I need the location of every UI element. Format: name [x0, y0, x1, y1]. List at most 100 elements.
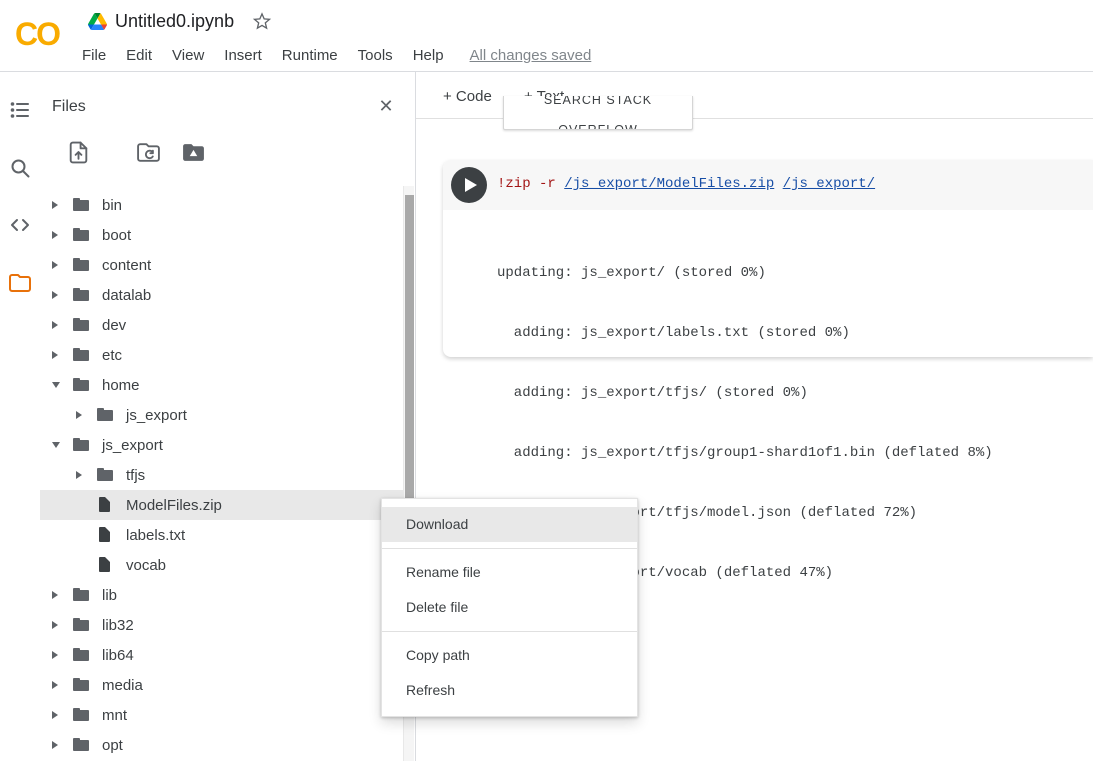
tree-item-folder[interactable]: etc	[40, 340, 403, 370]
folder-icon	[72, 586, 90, 604]
chevron-right-icon[interactable]	[52, 227, 72, 243]
folder-icon	[72, 436, 90, 454]
context-menu-download[interactable]: Download	[382, 507, 637, 542]
menu-edit[interactable]: Edit	[116, 47, 162, 64]
code-cell: !zip -r /js_export/ModelFiles.zip /js_ex…	[443, 160, 1093, 357]
search-icon[interactable]	[8, 156, 32, 180]
folder-icon	[72, 616, 90, 634]
code-editor[interactable]: !zip -r /js_export/ModelFiles.zip /js_ex…	[443, 160, 1093, 210]
folder-icon	[72, 376, 90, 394]
context-menu-refresh[interactable]: Refresh	[382, 673, 637, 708]
output-line: adding: js_export/tfjs/ (stored 0%)	[497, 383, 1093, 403]
tree-item-file-selected[interactable]: ModelFiles.zip	[40, 490, 403, 520]
upload-file-icon[interactable]	[66, 140, 94, 168]
chevron-right-icon[interactable]	[76, 467, 96, 483]
chevron-right-icon[interactable]	[52, 257, 72, 273]
tree-item-folder[interactable]: content	[40, 250, 403, 280]
menu-file[interactable]: File	[72, 47, 116, 64]
folder-icon	[96, 466, 114, 484]
folder-icon	[72, 226, 90, 244]
tree-item-folder[interactable]: js_export	[40, 400, 403, 430]
mount-drive-icon[interactable]	[181, 140, 209, 168]
add-code-button[interactable]: + Code	[443, 84, 492, 108]
chevron-right-icon[interactable]	[52, 737, 72, 753]
tree-item-folder[interactable]: datalab	[40, 280, 403, 310]
folder-icon	[72, 316, 90, 334]
search-stack-overflow-button[interactable]: SEARCH STACK OVERFLOW	[503, 96, 693, 130]
file-icon	[96, 496, 114, 514]
tree-item-folder[interactable]: home	[40, 370, 403, 400]
run-cell-button[interactable]	[451, 167, 487, 203]
chevron-right-icon[interactable]	[52, 677, 72, 693]
chevron-right-icon[interactable]	[52, 317, 72, 333]
menu-divider	[382, 631, 637, 632]
tree-item-folder[interactable]: bin	[40, 190, 403, 220]
tree-item-file[interactable]: vocab	[40, 550, 403, 580]
menu-view[interactable]: View	[162, 47, 214, 64]
folder-icon	[72, 706, 90, 724]
star-icon[interactable]	[252, 11, 272, 31]
output-line: updating: js_export/ (stored 0%)	[497, 263, 1093, 283]
files-icon[interactable]	[8, 271, 32, 295]
folder-icon	[72, 676, 90, 694]
menu-tools[interactable]: Tools	[348, 47, 403, 64]
menu-bar: File Edit View Insert Runtime Tools Help…	[72, 42, 591, 68]
menu-help[interactable]: Help	[403, 47, 454, 64]
close-icon[interactable]: ✕	[374, 94, 398, 118]
folder-icon	[72, 736, 90, 754]
chevron-right-icon[interactable]	[52, 347, 72, 363]
chevron-right-icon[interactable]	[52, 647, 72, 663]
tree-item-file[interactable]: labels.txt	[40, 520, 403, 550]
menu-divider	[382, 548, 637, 549]
chevron-right-icon[interactable]	[52, 617, 72, 633]
chevron-right-icon[interactable]	[52, 287, 72, 303]
google-drive-icon	[88, 13, 107, 30]
title-row: Untitled0.ipynb	[88, 7, 272, 35]
chevron-down-icon[interactable]	[52, 437, 72, 453]
files-panel-title: Files	[52, 98, 86, 116]
folder-icon	[72, 256, 90, 274]
save-status-link[interactable]: All changes saved	[470, 47, 592, 64]
menu-insert[interactable]: Insert	[214, 47, 272, 64]
tree-item-folder[interactable]: dev	[40, 310, 403, 340]
chevron-right-icon[interactable]	[52, 587, 72, 603]
folder-icon	[72, 286, 90, 304]
file-context-menu: Download Rename file Delete file Copy pa…	[381, 498, 638, 717]
context-menu-delete-file[interactable]: Delete file	[382, 590, 637, 625]
output-line: adding: js_export/tfjs/group1-shard1of1.…	[497, 443, 1093, 463]
tree-item-folder[interactable]: mnt	[40, 700, 403, 730]
files-toolbar	[40, 136, 403, 176]
tree-item-folder[interactable]: lib	[40, 580, 403, 610]
file-icon	[96, 526, 114, 544]
chevron-down-icon[interactable]	[52, 377, 72, 393]
tree-item-folder[interactable]: js_export	[40, 430, 403, 460]
folder-icon	[72, 196, 90, 214]
code-line[interactable]: !zip -r /js_export/ModelFiles.zip /js_ex…	[497, 176, 875, 192]
refresh-folder-icon[interactable]	[136, 140, 164, 168]
tree-item-folder[interactable]: opt	[40, 730, 403, 760]
table-of-contents-icon[interactable]	[8, 98, 32, 122]
folder-icon	[72, 346, 90, 364]
app-header: CO Untitled0.ipynb File Edit View Insert…	[0, 0, 1093, 72]
path-link[interactable]: /js_export/ModelFiles.zip	[564, 176, 774, 192]
left-rail	[0, 72, 40, 761]
tree-item-folder[interactable]: lib32	[40, 610, 403, 640]
tree-item-folder[interactable]: boot	[40, 220, 403, 250]
path-link[interactable]: /js_export/	[783, 176, 875, 192]
tree-item-folder[interactable]: tfjs	[40, 460, 403, 490]
file-tree: bin boot content datalab dev etc home js…	[40, 190, 403, 760]
menu-runtime[interactable]: Runtime	[272, 47, 348, 64]
context-menu-rename-file[interactable]: Rename file	[382, 555, 637, 590]
notebook-filename[interactable]: Untitled0.ipynb	[115, 11, 234, 32]
files-panel: Files ✕ bin boot content da	[40, 72, 403, 761]
tree-item-folder[interactable]: media	[40, 670, 403, 700]
folder-icon	[72, 646, 90, 664]
file-icon	[96, 556, 114, 574]
code-snippets-icon[interactable]	[8, 213, 32, 237]
chevron-right-icon[interactable]	[76, 407, 96, 423]
chevron-right-icon[interactable]	[52, 707, 72, 723]
context-menu-copy-path[interactable]: Copy path	[382, 638, 637, 673]
chevron-right-icon[interactable]	[52, 197, 72, 213]
colab-logo[interactable]: CO	[8, 6, 66, 62]
tree-item-folder[interactable]: lib64	[40, 640, 403, 670]
